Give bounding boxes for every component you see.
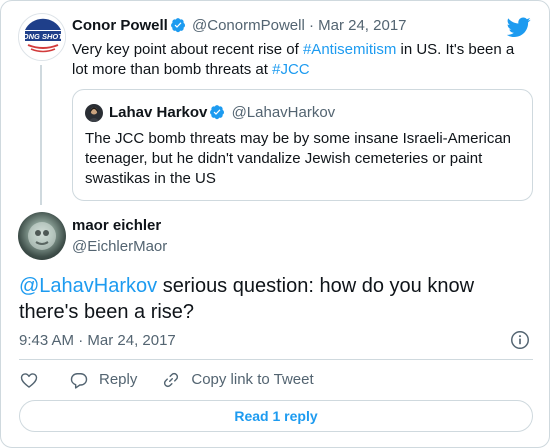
timestamp-separator: · bbox=[78, 332, 84, 349]
verified-badge-icon bbox=[210, 105, 225, 120]
quoted-tweet[interactable]: Lahav Harkov @LahavHarkov The JCC bomb t… bbox=[72, 89, 533, 201]
main-author-name[interactable]: maor eichler bbox=[72, 216, 161, 236]
mention-link[interactable]: @LahavHarkov bbox=[19, 275, 157, 297]
parent-tweet-date[interactable]: Mar 24, 2017 bbox=[318, 17, 406, 34]
tweet-timestamp[interactable]: 9:43 AM · Mar 24, 2017 bbox=[19, 331, 176, 351]
info-icon[interactable] bbox=[509, 329, 531, 351]
copy-link-label: Copy link to Tweet bbox=[191, 371, 314, 388]
heart-icon[interactable] bbox=[19, 370, 39, 390]
parent-avatar[interactable]: LONG SHOTS bbox=[18, 13, 66, 61]
tweet-actions-bar: Reply Copy link to Tweet bbox=[19, 369, 338, 391]
parent-text-part1: Very key point about recent rise of bbox=[72, 41, 303, 58]
header-separator: · bbox=[308, 17, 314, 34]
hashtag-antisemitism-link[interactable]: #Antisemitism bbox=[303, 41, 396, 58]
reply-label: Reply bbox=[99, 371, 138, 388]
parent-tweet-text: Very key point about recent rise of #Ant… bbox=[72, 40, 532, 80]
reply-button[interactable]: Reply bbox=[69, 369, 137, 391]
reply-bubble-icon bbox=[70, 373, 88, 389]
quoted-author-handle: @LahavHarkov bbox=[231, 104, 336, 121]
main-author-avatar[interactable] bbox=[18, 212, 66, 260]
tweet-date: Mar 24, 2017 bbox=[87, 332, 176, 349]
quoted-tweet-text: The JCC bomb threats may be by some insa… bbox=[85, 130, 512, 187]
tweet-time: 9:43 AM bbox=[19, 332, 75, 349]
actions-divider bbox=[19, 359, 533, 360]
thread-connector-line bbox=[40, 65, 42, 205]
quoted-author-avatar bbox=[85, 104, 103, 122]
avatar-photo-icon bbox=[28, 222, 56, 250]
long-shots-logo-icon: LONG SHOTS bbox=[19, 15, 66, 60]
tweet-embed-card: LONG SHOTS Conor Powell @ConormPowell · … bbox=[0, 0, 550, 448]
main-tweet-text: @LahavHarkov serious question: how do yo… bbox=[19, 273, 529, 325]
person-silhouette-icon bbox=[88, 107, 100, 122]
verified-badge-icon bbox=[170, 18, 185, 33]
quoted-tweet-header: Lahav Harkov @LahavHarkov bbox=[109, 103, 335, 123]
main-author-handle[interactable]: @EichlerMaor bbox=[72, 237, 167, 257]
twitter-bird-icon[interactable] bbox=[507, 15, 531, 39]
read-replies-button[interactable]: Read 1 reply bbox=[19, 400, 533, 432]
link-icon bbox=[164, 372, 179, 388]
copy-link-button[interactable]: Copy link to Tweet bbox=[161, 369, 314, 391]
quoted-author-name: Lahav Harkov bbox=[109, 104, 208, 121]
avatar-logo-text: LONG SHOTS bbox=[19, 32, 66, 41]
hashtag-jcc-link[interactable]: #JCC bbox=[272, 61, 310, 78]
parent-tweet-header: Conor Powell @ConormPowell · Mar 24, 201… bbox=[72, 16, 407, 36]
parent-author-name[interactable]: Conor Powell bbox=[72, 17, 168, 34]
parent-author-handle[interactable]: @ConormPowell bbox=[192, 17, 305, 34]
